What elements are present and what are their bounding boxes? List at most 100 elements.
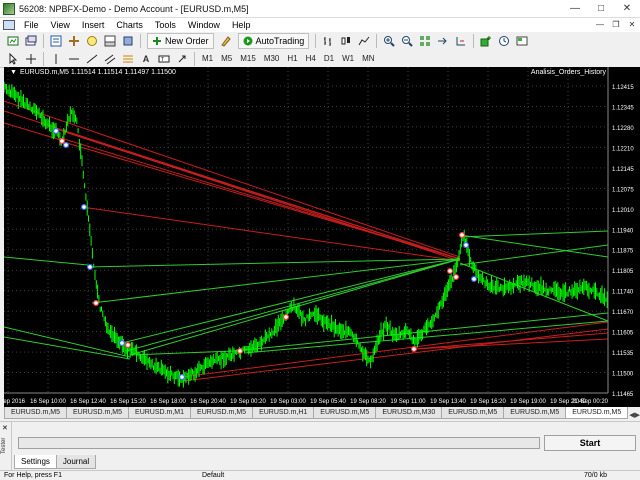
crosshair-icon[interactable] bbox=[24, 52, 38, 66]
strategy-tester-icon[interactable] bbox=[121, 34, 135, 48]
chart-expand-icon[interactable]: ▼ bbox=[10, 69, 17, 76]
chart-tab[interactable]: EURUSD.m,H1 bbox=[252, 407, 315, 419]
chart-tab[interactable]: EURUSD.m,M5 bbox=[66, 407, 130, 419]
status-bar: For Help, press F1 Default 70/0 kb bbox=[0, 470, 640, 480]
mdi-minimize-button[interactable]: — bbox=[592, 19, 608, 31]
chart-tab[interactable]: EURUSD.m,M5 bbox=[503, 407, 567, 419]
minimize-button[interactable]: — bbox=[562, 0, 588, 18]
menu-window[interactable]: Window bbox=[182, 18, 226, 32]
buy-marker bbox=[62, 141, 69, 148]
timeframe-m1[interactable]: M1 bbox=[198, 54, 217, 63]
tab-settings[interactable]: Settings bbox=[14, 455, 57, 469]
chart-symbol-info: EURUSD.m,M5 1.11514 1.11514 1.11497 1.11… bbox=[19, 69, 176, 76]
timeframe-mn[interactable]: MN bbox=[358, 54, 378, 63]
chart-window[interactable]: 1.12415 1.12345 1.12280 1.12210 1.12145 1.120… bbox=[0, 67, 640, 407]
chart-window-icon[interactable] bbox=[3, 20, 15, 30]
start-button[interactable]: Start bbox=[544, 435, 636, 451]
vertical-line-icon[interactable] bbox=[49, 52, 63, 66]
profiles-icon[interactable] bbox=[24, 34, 38, 48]
chart-tab[interactable]: EURUSD.m,M5 bbox=[190, 407, 254, 419]
price-tick-label: 1.11875 bbox=[612, 249, 634, 255]
standard-toolbar: New Order AutoTrading bbox=[0, 32, 640, 50]
chart-axes: 1.12415 1.12345 1.12280 1.12210 1.12145 1.120… bbox=[0, 67, 634, 405]
candlestick-icon[interactable] bbox=[339, 34, 353, 48]
menu-insert[interactable]: Insert bbox=[76, 18, 111, 32]
status-traffic: 70/0 kb bbox=[584, 472, 607, 479]
bar-chart-icon[interactable] bbox=[321, 34, 335, 48]
fibonacci-icon[interactable] bbox=[121, 52, 135, 66]
timeframe-w1[interactable]: W1 bbox=[338, 54, 358, 63]
sell-marker bbox=[459, 232, 466, 239]
price-tick-label: 1.12210 bbox=[612, 146, 634, 152]
text-icon[interactable]: A bbox=[139, 52, 153, 66]
maximize-button[interactable]: □ bbox=[588, 0, 614, 18]
data-window-icon[interactable] bbox=[67, 34, 81, 48]
indicators-icon[interactable] bbox=[479, 34, 493, 48]
mdi-close-button[interactable]: ✕ bbox=[624, 19, 640, 31]
arrows-icon[interactable] bbox=[175, 52, 189, 66]
buy-marker bbox=[118, 340, 125, 347]
timeframe-h1[interactable]: H1 bbox=[283, 54, 301, 63]
new-order-button[interactable]: New Order bbox=[147, 33, 214, 49]
terminal-icon[interactable] bbox=[103, 34, 117, 48]
navigator-icon[interactable] bbox=[85, 34, 99, 48]
trade-lines bbox=[3, 100, 609, 382]
tab-scroll-arrows-icon[interactable]: ◀▶ bbox=[627, 411, 640, 419]
chart-tab[interactable]: EURUSD.m,M30 bbox=[375, 407, 443, 419]
toolbar-separator bbox=[43, 34, 44, 48]
new-chart-icon[interactable] bbox=[6, 34, 20, 48]
price-tick-label: 1.12415 bbox=[612, 85, 634, 91]
templates-icon[interactable] bbox=[515, 34, 529, 48]
horizontal-line-icon[interactable] bbox=[67, 52, 81, 66]
menu-help[interactable]: Help bbox=[226, 18, 257, 32]
price-tick-label: 1.12280 bbox=[612, 126, 634, 132]
menu-file[interactable]: File bbox=[18, 18, 45, 32]
app-icon bbox=[3, 2, 15, 15]
menu-tools[interactable]: Tools bbox=[149, 18, 182, 32]
price-tick-label: 1.11465 bbox=[612, 392, 634, 398]
chart-shift-icon[interactable] bbox=[454, 34, 468, 48]
loss-trade-line bbox=[3, 100, 461, 258]
market-watch-icon[interactable] bbox=[49, 34, 63, 48]
price-tick-label: 1.12345 bbox=[612, 105, 634, 111]
time-tick-label: 19 Sep 03:00 bbox=[270, 399, 306, 405]
price-tick-label: 1.11805 bbox=[612, 269, 634, 275]
sell-marker bbox=[447, 268, 454, 275]
chart-tab[interactable]: EURUSD.m,M5 bbox=[441, 407, 505, 419]
mdi-restore-button[interactable]: ❐ bbox=[608, 19, 624, 31]
text-label-icon[interactable]: T bbox=[157, 52, 171, 66]
close-button[interactable]: ✕ bbox=[614, 0, 640, 18]
zoom-out-icon[interactable] bbox=[400, 34, 414, 48]
timeframe-h4[interactable]: H4 bbox=[302, 54, 320, 63]
autoscroll-icon[interactable] bbox=[436, 34, 450, 48]
timeframe-m15[interactable]: M15 bbox=[236, 54, 260, 63]
chart-info-line: ▼ EURUSD.m,M5 1.11514 1.11514 1.11497 1.1… bbox=[10, 69, 176, 76]
menu-view[interactable]: View bbox=[45, 18, 76, 32]
line-chart-icon[interactable] bbox=[357, 34, 371, 48]
cursor-icon[interactable] bbox=[6, 52, 20, 66]
toolbar-separator bbox=[473, 34, 475, 48]
trendline-icon[interactable] bbox=[85, 52, 99, 66]
timeframe-d1[interactable]: D1 bbox=[320, 54, 338, 63]
equidistant-channel-icon[interactable] bbox=[103, 52, 117, 66]
menu-charts[interactable]: Charts bbox=[110, 18, 149, 32]
timeframe-m5[interactable]: M5 bbox=[217, 54, 236, 63]
metaeditor-icon[interactable] bbox=[219, 34, 233, 48]
chart-tab[interactable]: EURUSD.m,M5 bbox=[4, 407, 68, 419]
autotrading-button[interactable]: AutoTrading bbox=[237, 33, 310, 49]
time-tick-label: 19 Sep 13:40 bbox=[430, 399, 466, 405]
zoom-in-icon[interactable] bbox=[382, 34, 396, 48]
time-tick-label: 19 Sep 08:20 bbox=[350, 399, 386, 405]
timeframe-m30[interactable]: M30 bbox=[260, 54, 284, 63]
periods-icon[interactable] bbox=[497, 34, 511, 48]
tester-close-icon[interactable]: ✕ bbox=[2, 424, 8, 432]
tab-journal[interactable]: Journal bbox=[55, 455, 97, 469]
chart-tab[interactable]: EURUSD.m,M5 bbox=[313, 407, 377, 419]
price-chart[interactable]: 1.12415 1.12345 1.12280 1.12210 1.12145 1.120… bbox=[0, 67, 640, 407]
loss-trade-line bbox=[63, 138, 461, 260]
price-tick-label: 1.11940 bbox=[612, 228, 634, 234]
chart-tab[interactable]: EURUSD.m,M1 bbox=[128, 407, 192, 419]
chart-tab-active[interactable]: EURUSD.m,M5 bbox=[565, 407, 629, 419]
price-tick-label: 1.11670 bbox=[612, 310, 634, 316]
tile-windows-icon[interactable] bbox=[418, 34, 432, 48]
